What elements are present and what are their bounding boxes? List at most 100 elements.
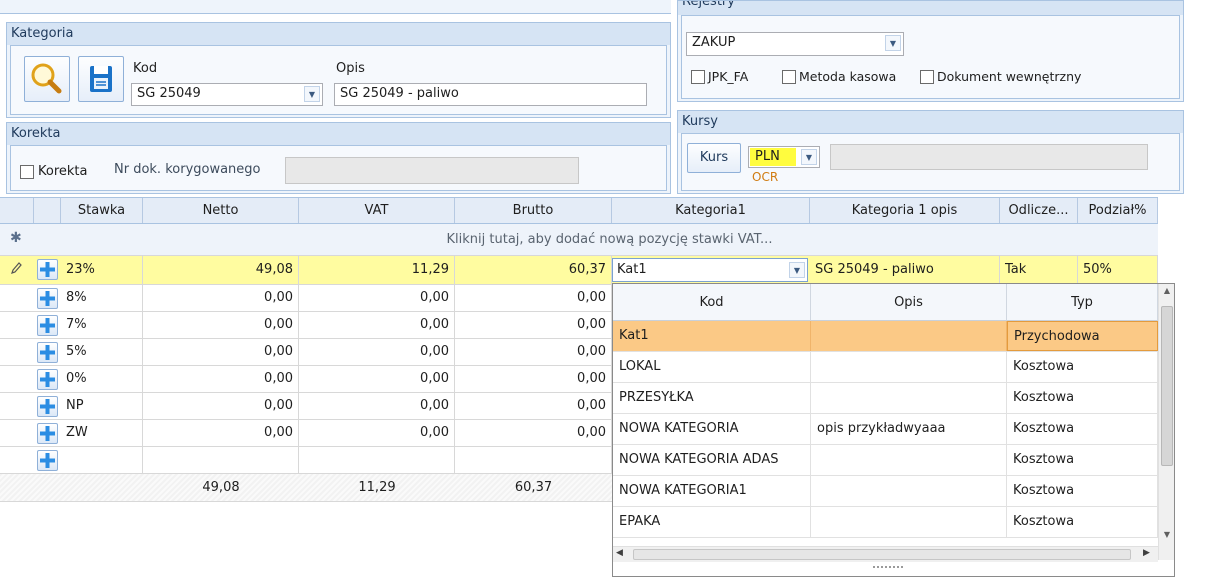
currency-value: PLN <box>750 148 796 166</box>
kurs-rate-field[interactable] <box>830 144 1148 170</box>
cell-kategoria1-opis[interactable]: SG 25049 - paliwo <box>810 256 1000 284</box>
save-button[interactable] <box>78 56 124 102</box>
cell-brutto[interactable]: 0,00 <box>455 420 612 446</box>
cell-stawka[interactable]: NP <box>61 393 143 419</box>
column-header-odliczenia[interactable]: Odlicze... <box>1000 198 1078 223</box>
metoda-kasowa-checkbox[interactable] <box>782 70 796 84</box>
scroll-down-arrow-icon[interactable]: ▼ <box>1159 530 1174 539</box>
add-button[interactable] <box>37 450 58 471</box>
dropdown-horizontal-scrollbar[interactable]: ◀ ▶ <box>613 546 1158 562</box>
cell-stawka[interactable]: 0% <box>61 366 143 392</box>
column-header-kategoria1[interactable]: Kategoria1 <box>612 198 810 223</box>
dropdown-row[interactable]: NOWA KATEGORIA1 Kosztowa <box>613 476 1158 507</box>
cell-netto[interactable]: 0,00 <box>143 366 299 392</box>
new-row[interactable]: ✱ Kliknij tutaj, aby dodać nową pozycję … <box>0 224 1158 256</box>
dropdown-row[interactable]: NOWA KATEGORIA opis przykładwyaaa Koszto… <box>613 414 1158 445</box>
kod-combobox[interactable]: SG 25049 ▼ <box>131 83 323 106</box>
search-button[interactable] <box>24 56 70 102</box>
cell-brutto[interactable]: 0,00 <box>455 312 612 338</box>
cell-brutto[interactable]: 0,00 <box>455 366 612 392</box>
cell-podzial[interactable]: 50% <box>1078 256 1158 284</box>
cell-vat[interactable]: 0,00 <box>299 285 455 311</box>
cell-vat[interactable] <box>299 447 455 473</box>
cell-vat[interactable]: 0,00 <box>299 420 455 446</box>
korekta-checkbox[interactable] <box>20 165 34 179</box>
add-button[interactable] <box>37 369 58 390</box>
dropdown-header-opis[interactable]: Opis <box>811 284 1007 321</box>
chevron-down-icon[interactable]: ▼ <box>304 86 320 102</box>
dokument-wewnetrzny-checkbox[interactable] <box>920 70 934 84</box>
opis-field[interactable]: SG 25049 - paliwo <box>334 83 647 106</box>
cell-brutto[interactable]: 0,00 <box>455 339 612 365</box>
dropdown-row[interactable]: LOKAL Kosztowa <box>613 352 1158 383</box>
resize-grip[interactable] <box>873 566 903 572</box>
table-row-active[interactable]: 23% 49,08 11,29 60,37 Kat1 ▼ SG 25049 - … <box>0 256 1158 285</box>
cell-netto[interactable]: 0,00 <box>143 285 299 311</box>
scroll-left-arrow-icon[interactable]: ◀ <box>616 548 623 558</box>
cell-netto[interactable]: 0,00 <box>143 393 299 419</box>
cell-vat[interactable]: 0,00 <box>299 312 455 338</box>
cell-vat[interactable]: 11,29 <box>299 256 455 284</box>
dropdown-header-kod[interactable]: Kod <box>613 284 811 321</box>
dropdown-row-selected[interactable]: Kat1 Przychodowa <box>613 321 1158 352</box>
cell-stawka[interactable]: ZW <box>61 420 143 446</box>
cell-vat[interactable]: 0,00 <box>299 393 455 419</box>
dropdown-row[interactable]: EPAKA Kosztowa <box>613 507 1158 538</box>
chevron-down-icon[interactable]: ▼ <box>801 149 817 165</box>
dropdown-row[interactable]: PRZESYŁKA Kosztowa <box>613 383 1158 414</box>
cell-stawka[interactable] <box>61 447 143 473</box>
cell-netto[interactable]: 0,00 <box>143 339 299 365</box>
dropdown-kod: PRZESYŁKA <box>613 383 811 413</box>
column-header-stawka[interactable]: Stawka <box>61 198 143 223</box>
cell-stawka[interactable]: 8% <box>61 285 143 311</box>
cell-odliczenia[interactable]: Tak <box>1000 256 1078 284</box>
new-row-text[interactable]: Kliknij tutaj, aby dodać nową pozycję st… <box>61 224 1158 255</box>
column-header-podzial[interactable]: Podział% <box>1078 198 1158 223</box>
cell-stawka[interactable]: 7% <box>61 312 143 338</box>
column-header-kategoria1-opis[interactable]: Kategoria 1 opis <box>810 198 1000 223</box>
cell-vat[interactable]: 0,00 <box>299 366 455 392</box>
kod-value: SG 25049 <box>137 86 201 101</box>
rejestr-select[interactable]: ZAKUP ▼ <box>686 32 904 56</box>
cell-stawka[interactable]: 23% <box>61 256 143 284</box>
horizontal-scroll-thumb[interactable] <box>633 549 1131 560</box>
chevron-down-icon[interactable]: ▼ <box>789 262 805 278</box>
cell-netto[interactable]: 49,08 <box>143 256 299 284</box>
nr-dok-field[interactable] <box>285 157 579 184</box>
cell-brutto[interactable]: 0,00 <box>455 393 612 419</box>
cell-netto[interactable] <box>143 447 299 473</box>
kategoria-dropdown[interactable]: Kod Opis Typ Kat1 Przychodowa LOKAL Kosz… <box>612 283 1175 577</box>
kategoria1-editor[interactable]: Kat1 ▼ <box>612 258 808 282</box>
cell-stawka[interactable]: 5% <box>61 339 143 365</box>
cell-netto[interactable]: 0,00 <box>143 420 299 446</box>
add-button[interactable] <box>37 396 58 417</box>
dropdown-vertical-scrollbar[interactable]: ▲ ▼ <box>1158 284 1174 560</box>
rejestr-value: ZAKUP <box>692 35 736 50</box>
add-button[interactable] <box>37 423 58 444</box>
currency-select[interactable]: PLN ▼ <box>748 146 820 168</box>
add-button[interactable] <box>37 342 58 363</box>
vertical-scroll-thumb[interactable] <box>1161 306 1173 466</box>
scroll-up-arrow-icon[interactable]: ▲ <box>1159 286 1174 295</box>
cell-brutto[interactable]: 60,37 <box>455 256 612 284</box>
kurs-button[interactable]: Kurs <box>687 143 741 173</box>
cell-vat[interactable]: 0,00 <box>299 339 455 365</box>
dropdown-header-typ[interactable]: Typ <box>1007 284 1158 321</box>
add-button[interactable] <box>37 259 58 280</box>
column-header-brutto[interactable]: Brutto <box>455 198 612 223</box>
cell-brutto[interactable]: 0,00 <box>455 285 612 311</box>
dropdown-row-partial[interactable] <box>613 538 1158 546</box>
add-button[interactable] <box>37 288 58 309</box>
jpk-fa-checkbox[interactable] <box>691 70 705 84</box>
dropdown-row[interactable]: NOWA KATEGORIA ADAS Kosztowa <box>613 445 1158 476</box>
top-panel-strip <box>0 0 671 14</box>
column-header-vat[interactable]: VAT <box>299 198 455 223</box>
column-header-netto[interactable]: Netto <box>143 198 299 223</box>
add-button[interactable] <box>37 315 58 336</box>
chevron-down-icon[interactable]: ▼ <box>885 35 901 51</box>
cell-brutto[interactable] <box>455 447 612 473</box>
scroll-right-arrow-icon[interactable]: ▶ <box>1143 548 1150 558</box>
dropdown-typ: Kosztowa <box>1007 445 1158 475</box>
cell-netto[interactable]: 0,00 <box>143 312 299 338</box>
plus-icon <box>40 345 55 360</box>
